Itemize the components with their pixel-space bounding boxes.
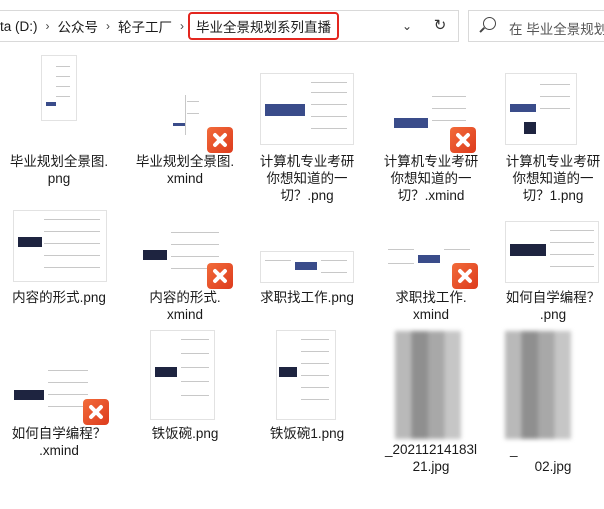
file-thumbnail xyxy=(261,74,353,144)
chevron-right-icon[interactable]: › xyxy=(46,19,50,33)
file-name: 计算机专业考研 xyxy=(259,154,355,169)
xmind-icon xyxy=(83,399,109,425)
file-thumbnail xyxy=(14,211,106,281)
crumb-lunzigongchang[interactable]: 轮子工厂 xyxy=(118,16,172,36)
file-name: 21.jpg xyxy=(412,459,450,474)
refresh-icon[interactable]: ↻ xyxy=(430,16,450,36)
file-thumbnail xyxy=(506,74,576,144)
chevron-right-icon[interactable]: › xyxy=(180,19,184,33)
file-name: 如何自学编程？ xyxy=(505,290,601,305)
breadcrumb: ta (D:) › 公众号 › 轮子工厂 › 毕业全景规划系列直播 xyxy=(0,11,340,41)
file-thumbnail xyxy=(261,252,353,282)
file-name: _ xyxy=(510,442,518,457)
file-name: 毕业规划全景图. xyxy=(135,154,235,169)
file-name: 你想知道的一 xyxy=(512,171,594,186)
crumb-gongzhonghao[interactable]: 公众号 xyxy=(58,16,99,36)
file-name: 铁饭碗.png xyxy=(151,426,219,441)
file-name: 计算机专业考研 xyxy=(383,154,479,169)
xmind-icon xyxy=(450,127,476,153)
file-name: 内容的形式.png xyxy=(12,290,106,305)
file-name: xmind xyxy=(166,307,203,322)
chevron-right-icon[interactable]: › xyxy=(106,19,110,33)
file-name: 内容的形式. xyxy=(149,290,221,305)
file-name: 如何自学编程？ xyxy=(11,426,107,441)
file-name: _20211214183l xyxy=(384,442,478,457)
file-name: 你想知道的一 xyxy=(390,171,472,186)
file-name: .xmind xyxy=(39,443,79,458)
file-name: .png xyxy=(539,307,567,322)
file-name: 计算机专业考研 xyxy=(505,154,601,169)
file-name: 毕业规划全景图. xyxy=(9,154,109,169)
file-thumbnail xyxy=(277,331,335,419)
address-bar[interactable]: ta (D:) › 公众号 › 轮子工厂 › 毕业全景规划系列直播 ⌄ ↻ xyxy=(0,10,459,42)
file-thumbnail xyxy=(165,85,209,147)
file-name: 02.jpg xyxy=(534,459,572,474)
file-name: 切？.png xyxy=(280,188,334,203)
file-thumbnail xyxy=(151,331,214,419)
file-name: 求职找工作. xyxy=(395,290,467,305)
crumb-drive[interactable]: ta (D:) xyxy=(0,19,38,34)
file-name: png xyxy=(47,171,71,186)
search-input[interactable]: 在 毕业全景规划... xyxy=(509,18,604,38)
chevron-down-icon[interactable]: ⌄ xyxy=(398,17,416,35)
file-name: xmind xyxy=(412,307,449,322)
file-name: 切？.xmind xyxy=(397,188,465,203)
file-name: 铁饭碗1.png xyxy=(269,426,345,441)
file-name: 切？1.png xyxy=(522,188,584,203)
search-icon xyxy=(483,17,496,30)
file-thumbnail xyxy=(395,331,461,439)
search-box[interactable]: 在 毕业全景规划... xyxy=(468,10,604,42)
file-name: xmind xyxy=(166,171,203,186)
file-name: 求职找工作.png xyxy=(260,290,354,305)
file-thumbnail xyxy=(506,222,598,282)
xmind-icon xyxy=(207,263,233,289)
xmind-icon xyxy=(207,127,233,153)
file-thumbnail xyxy=(42,56,76,120)
crumb-current-folder[interactable]: 毕业全景规划系列直播 xyxy=(188,12,340,40)
xmind-icon xyxy=(452,263,478,289)
file-thumbnail xyxy=(505,331,571,439)
file-name: 你想知道的一 xyxy=(266,171,348,186)
